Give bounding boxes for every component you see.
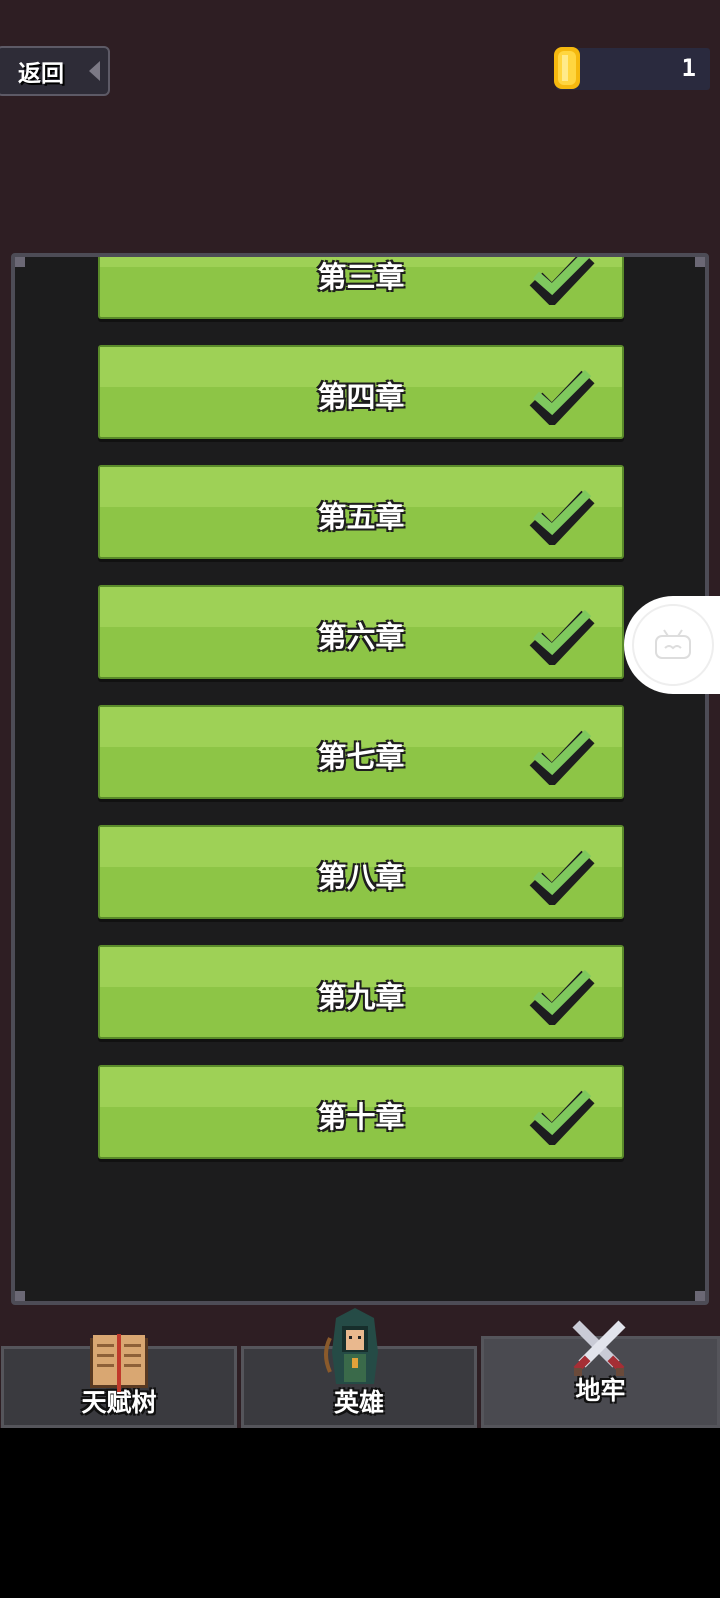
chapter-button[interactable]: 第四章 xyxy=(98,345,624,439)
tab-label: 英雄 xyxy=(333,1388,384,1417)
chapter-button[interactable]: 第五章 xyxy=(98,465,624,559)
checkmark-icon xyxy=(529,969,595,1025)
chapter-button[interactable]: 第十章 xyxy=(98,1065,624,1159)
checkmark-icon xyxy=(529,369,595,425)
hero-icon xyxy=(324,1308,378,1384)
back-button-label: 返回 xyxy=(18,61,64,87)
system-nav-area xyxy=(0,1428,720,1598)
floating-assistant-button[interactable] xyxy=(624,596,720,694)
back-button[interactable]: 返回 xyxy=(0,46,110,96)
chapter-button[interactable]: 第六章 xyxy=(98,585,624,679)
coin-icon xyxy=(554,47,580,89)
chapter-list-panel[interactable]: 第三章第四章第五章第六章第七章第八章第九章第十章 xyxy=(11,253,709,1305)
checkmark-icon xyxy=(529,729,595,785)
chapter-button[interactable]: 第八章 xyxy=(98,825,624,919)
checkmark-icon xyxy=(529,849,595,905)
checkmark-icon xyxy=(529,609,595,665)
chapter-button[interactable]: 第七章 xyxy=(98,705,624,799)
checkmark-icon xyxy=(529,257,595,305)
checkmark-icon xyxy=(529,1089,595,1145)
coin-count: 1 xyxy=(681,54,696,82)
chapter-button[interactable]: 第九章 xyxy=(98,945,624,1039)
crossed-swords-icon xyxy=(572,1320,626,1376)
back-arrow-icon xyxy=(89,61,100,81)
bottom-tab-bar: 天赋树 英雄 地牢 xyxy=(0,1308,720,1428)
robot-face-icon xyxy=(655,629,691,659)
checkmark-icon xyxy=(529,489,595,545)
chapter-button[interactable]: 第三章 xyxy=(98,257,624,319)
book-icon xyxy=(90,1334,148,1392)
